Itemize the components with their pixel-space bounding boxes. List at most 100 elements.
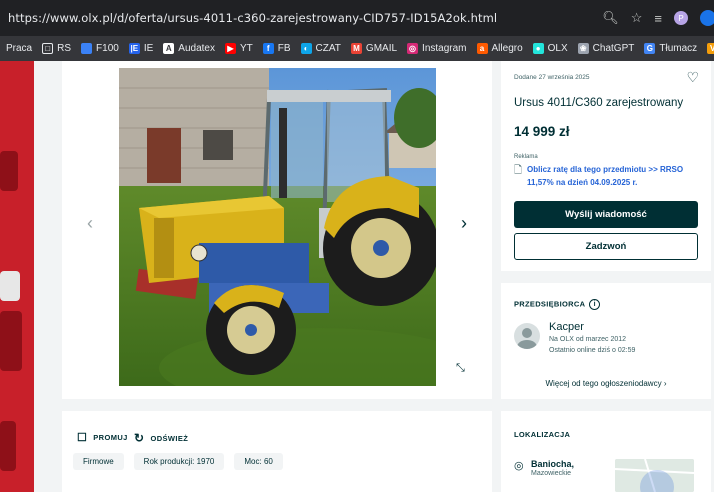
- seller-type-label: PRZEDSIĘBIORCA: [514, 299, 586, 309]
- listing-date: Dodane 27 września 2025: [514, 74, 590, 81]
- side-banner: [0, 61, 34, 492]
- bookmark-label: CZAT: [315, 43, 341, 54]
- location-map[interactable]: [615, 459, 694, 492]
- tag-business: Firmowe: [73, 453, 124, 470]
- bookmark-f100[interactable]: F100: [81, 43, 119, 54]
- location-city: Baniocha,: [531, 459, 575, 469]
- listing-price: 14 999 zł: [514, 124, 570, 139]
- chevron-left-icon: ‹: [87, 212, 93, 233]
- zoom-icon[interactable]: 🔍︎: [602, 10, 619, 26]
- refresh-icon: ↻: [134, 431, 145, 445]
- chat-icon: ◐: [300, 43, 312, 54]
- bookmark-label: YT: [239, 43, 253, 54]
- bookmark-label: OLX: [547, 43, 568, 54]
- tractor-illustration: [119, 68, 436, 386]
- avatar-image: [517, 328, 537, 349]
- gallery-prev-button[interactable]: ‹: [79, 212, 101, 234]
- fullscreen-icon[interactable]: ⤡: [456, 362, 465, 375]
- bookmark-praca[interactable]: Praca: [6, 43, 32, 54]
- calculator-icon: V: [707, 43, 714, 54]
- more-from-seller-label: Więcej od tego ogłoszeniodawcy: [545, 379, 662, 388]
- refresh-button[interactable]: ↻ ODŚWIEŻ: [134, 431, 188, 445]
- bookmark-label: Tłumacz: [659, 43, 698, 54]
- tag-year: Rok produkcji: 1970: [133, 453, 225, 470]
- document-icon: 🗋︎: [514, 165, 523, 176]
- instagram-icon: ◎: [407, 43, 419, 54]
- media-control-icon[interactable]: ≡: [654, 11, 662, 26]
- listing-summary-card: Dodane 27 września 2025 ♡ Ursus 4011/C36…: [501, 61, 711, 271]
- refresh-label: ODŚWIEŻ: [150, 433, 189, 443]
- profile-avatar[interactable]: P: [674, 11, 688, 25]
- seller-member-since: Na OLX od marzec 2012: [549, 336, 627, 343]
- bookmark-allegro[interactable]: a Allegro: [476, 43, 523, 54]
- bookmark-audatex[interactable]: A Audatex: [163, 43, 215, 54]
- location-card: LOKALIZACJA ◎ Baniocha, Mazowieckie: [501, 411, 711, 492]
- bookmark-label: RS: [57, 43, 72, 54]
- banner-decoration: [0, 311, 22, 371]
- ad-label: Reklama: [514, 154, 538, 160]
- info-icon[interactable]: i: [589, 299, 601, 310]
- listing-details-card: ☐ PROMUJ ↻ ODŚWIEŻ Firmowe Rok produkcji…: [62, 411, 492, 492]
- translate-icon: G: [644, 43, 656, 54]
- bookmark-label: Audatex: [178, 43, 215, 54]
- bookmark-chatgpt[interactable]: ❀ ChatGPT: [577, 43, 635, 54]
- tractor-photo[interactable]: [119, 68, 436, 386]
- bookmark-label: Allegro: [491, 43, 523, 54]
- bookmark-label: GMAIL: [365, 43, 398, 54]
- installment-calculator-link[interactable]: 🗋︎ Oblicz ratę dla tego przedmiotu >> RR…: [514, 163, 697, 189]
- banner-decoration: [0, 151, 18, 191]
- facebook-icon: f: [262, 43, 274, 54]
- bookmark-label: ChatGPT: [592, 43, 635, 54]
- bookmark-ie[interactable]: |E IE: [128, 43, 154, 54]
- chevron-right-icon: ›: [663, 379, 667, 388]
- toolbar-actions: 🔍︎ ☆ ≡ P: [602, 0, 714, 36]
- chevron-right-icon: ›: [461, 212, 467, 233]
- bookmark-star-icon[interactable]: ☆: [631, 10, 643, 26]
- bookmark-olx[interactable]: ● OLX: [532, 43, 568, 54]
- bookmark-gmail[interactable]: M GMAIL: [350, 43, 398, 54]
- seller-name: Kacper: [549, 321, 584, 333]
- heart-icon[interactable]: ♡: [686, 69, 699, 86]
- gallery-next-button[interactable]: ›: [453, 212, 475, 234]
- location-section-title: LOKALIZACJA: [514, 430, 571, 439]
- promote-button[interactable]: ☐ PROMUJ: [77, 431, 128, 444]
- banner-decoration: [0, 421, 16, 471]
- bookmark-icon: ☐: [77, 432, 88, 444]
- address-bar[interactable]: https://www.olx.pl/d/oferta/ursus-4011-c…: [0, 11, 497, 25]
- tag-power: Moc: 60: [234, 453, 283, 470]
- bookmark-czat[interactable]: ◐ CZAT: [300, 43, 341, 54]
- allegro-icon: a: [476, 43, 488, 54]
- chatgpt-icon: ❀: [577, 43, 589, 54]
- installment-link-text: Oblicz ratę dla tego przedmiotu >> RRSO …: [527, 165, 684, 187]
- bookmark-instagram[interactable]: ◎ Instagram: [407, 43, 467, 54]
- banner-decoration: [0, 271, 20, 301]
- gmail-icon: M: [350, 43, 362, 54]
- location-pin-icon: ◎: [514, 460, 524, 472]
- avatar: [514, 323, 540, 349]
- ie-icon: |E: [128, 43, 140, 54]
- youtube-icon: ▶: [224, 43, 236, 54]
- bookmark-t-umacz[interactable]: G Tłumacz: [644, 43, 697, 54]
- bookmark-yt[interactable]: ▶ YT: [224, 43, 253, 54]
- bookmark-label: F100: [96, 43, 119, 54]
- bookmark-rs[interactable]: □ RS: [42, 43, 71, 54]
- bookmark-label: FB: [277, 43, 291, 54]
- f100-icon: [81, 43, 93, 54]
- second-profile-avatar[interactable]: [700, 10, 714, 26]
- bookmark-fb[interactable]: f FB: [262, 43, 291, 54]
- more-from-seller-link[interactable]: Więcej od tego ogłoszeniodawcy ›: [501, 379, 711, 388]
- map-graphic: [615, 459, 694, 492]
- browser-toolbar: https://www.olx.pl/d/oferta/ursus-4011-c…: [0, 0, 714, 36]
- folder-icon: □: [42, 43, 54, 54]
- promote-label: PROMUJ: [93, 433, 128, 442]
- olx-icon: ●: [532, 43, 544, 54]
- image-gallery: ‹ › ⤡: [62, 61, 492, 399]
- parameters-list: Firmowe Rok produkcji: 1970 Moc: 60: [73, 453, 283, 470]
- call-button[interactable]: Zadzwoń: [514, 233, 698, 260]
- bookmark-label: Praca: [6, 43, 33, 54]
- send-message-button[interactable]: Wyślij wiadomość: [514, 201, 698, 228]
- bookmark-label: IE: [143, 43, 154, 54]
- bookmark-label: Instagram: [422, 43, 467, 54]
- location-region: Mazowieckie: [531, 470, 572, 477]
- bookmark-kalkula[interactable]: VKalkula: [707, 43, 714, 54]
